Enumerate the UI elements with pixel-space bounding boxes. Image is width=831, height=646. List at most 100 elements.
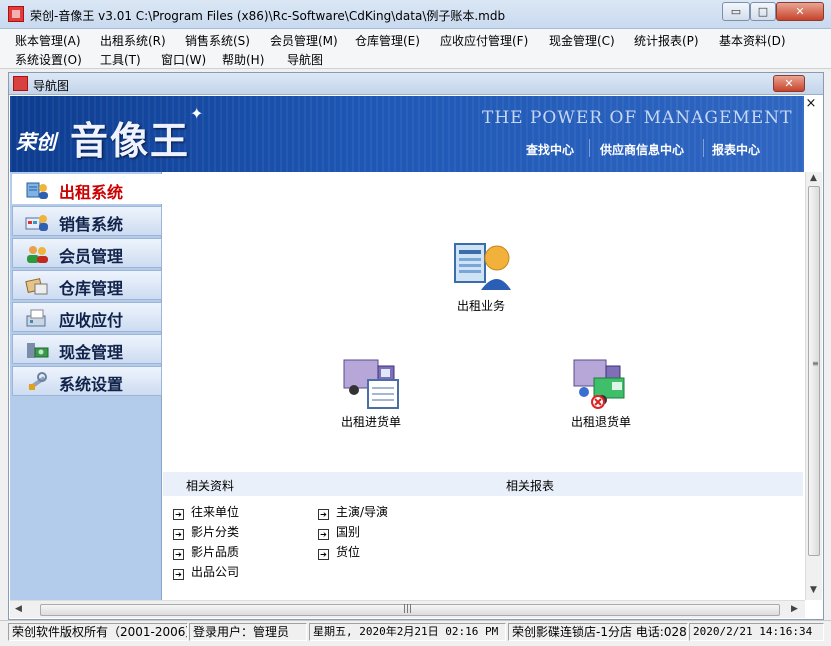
related-link-film-quality[interactable]: ➔ 影片品质 bbox=[173, 543, 239, 560]
menu-window[interactable]: 窗口(W) bbox=[161, 51, 206, 68]
related-reports-title: 相关报表 bbox=[506, 479, 555, 493]
cash-icon bbox=[27, 343, 49, 358]
banner-link-report-center[interactable]: 报表中心 bbox=[712, 141, 760, 158]
menu-tools[interactable]: 工具(T) bbox=[100, 51, 141, 68]
title-bar: 荣创-音像王 v3.01 C:\Program Files (x86)\Rc-S… bbox=[0, 0, 831, 29]
menu-system-settings[interactable]: 系统设置(O) bbox=[15, 51, 82, 68]
rental-return-item[interactable]: 出租退货单 bbox=[561, 352, 641, 430]
rental-business-item[interactable]: 出租业务 bbox=[451, 240, 511, 314]
banner-slogan: THE POWER OF MANAGEMENT bbox=[482, 108, 793, 128]
rental-system-icon bbox=[26, 182, 48, 199]
scroll-right-icon[interactable]: ▶ bbox=[791, 604, 798, 614]
rental-business-icon bbox=[454, 243, 511, 290]
child-close-button[interactable]: ✕ bbox=[773, 75, 805, 92]
settings-icon bbox=[28, 372, 47, 390]
arrow-right-icon: ➔ bbox=[173, 569, 184, 580]
nav-label: 应收应付 bbox=[59, 311, 124, 330]
related-link-partners[interactable]: ➔ 往来单位 bbox=[173, 503, 239, 520]
member-icon bbox=[27, 246, 48, 263]
related-section-header: 相关资料 相关报表 bbox=[163, 472, 803, 496]
arrow-right-icon: ➔ bbox=[318, 529, 329, 540]
menu-basic-data[interactable]: 基本资料(D) bbox=[719, 32, 786, 49]
related-link-country[interactable]: ➔ 国别 bbox=[318, 523, 360, 540]
nav-item-member[interactable]: 会员管理 bbox=[12, 238, 162, 268]
nav-item-rental[interactable]: 出租系统 bbox=[12, 174, 162, 204]
nav-label: 销售系统 bbox=[59, 215, 124, 234]
horizontal-scroll-thumb[interactable]: ||| bbox=[40, 604, 780, 616]
purchase-truck-icon bbox=[343, 359, 399, 409]
maximize-button[interactable]: □ bbox=[750, 2, 776, 21]
nav-item-sales[interactable]: 销售系统 bbox=[12, 206, 162, 236]
related-link-producer[interactable]: ➔ 出品公司 bbox=[173, 563, 239, 580]
grip-icon: ||| bbox=[403, 604, 413, 614]
banner-separator bbox=[703, 139, 704, 157]
nav-item-settings[interactable]: 系统设置 bbox=[12, 366, 162, 396]
link-label: 国别 bbox=[336, 525, 361, 539]
menu-sales[interactable]: 销售系统(S) bbox=[185, 32, 250, 49]
grip-icon: ≡ bbox=[812, 359, 819, 368]
app-icon bbox=[8, 6, 24, 22]
status-datetime: 2020/2/21 14:16:34 bbox=[689, 623, 824, 641]
menu-cash[interactable]: 现金管理(C) bbox=[549, 32, 615, 49]
related-link-film-category[interactable]: ➔ 影片分类 bbox=[173, 523, 239, 540]
main-content: 出租业务 出租进货单 出租退货单 相关资料 相关报表 ➔ 往来单位 ➔ 影片分类… bbox=[163, 172, 804, 600]
brand-banner: 荣创 音像王 ✦ THE POWER OF MANAGEMENT 查找中心 供应… bbox=[10, 96, 804, 172]
brand-small-text: 荣创 bbox=[16, 130, 56, 154]
sparkle-icon: ✦ bbox=[190, 104, 204, 123]
menu-bar: 账本管理(A) 出租系统(R) 销售系统(S) 会员管理(M) 仓库管理(E) … bbox=[0, 29, 831, 69]
rental-purchase-label: 出租进货单 bbox=[340, 415, 401, 429]
nav-map-window: 导航图 ✕ 荣创 音像王 ✦ THE POWER OF MANAGEMENT 查… bbox=[8, 72, 824, 620]
scroll-down-icon[interactable]: ▼ bbox=[810, 585, 817, 595]
banner-link-search-center[interactable]: 查找中心 bbox=[526, 141, 574, 158]
nav-label: 仓库管理 bbox=[59, 279, 124, 298]
menu-rental[interactable]: 出租系统(R) bbox=[100, 32, 166, 49]
scroll-left-icon[interactable]: ◀ bbox=[15, 604, 22, 614]
close-button[interactable]: ✕ bbox=[776, 2, 824, 21]
menu-member[interactable]: 会员管理(M) bbox=[270, 32, 338, 49]
nav-item-cash[interactable]: 现金管理 bbox=[12, 334, 162, 364]
left-nav: 出租系统 销售系统 会员管理 仓库管理 应收应付 现金管理 系统设置 bbox=[10, 172, 162, 600]
nav-item-warehouse[interactable]: 仓库管理 bbox=[12, 270, 162, 300]
menu-help[interactable]: 帮助(H) bbox=[222, 51, 264, 68]
menu-nav-map[interactable]: 导航图 bbox=[287, 51, 323, 68]
banner-close-icon[interactable]: × bbox=[804, 97, 818, 111]
horizontal-scrollbar[interactable]: ◀ ||| ▶ bbox=[10, 600, 805, 618]
nav-label: 现金管理 bbox=[59, 343, 124, 362]
status-bar: 荣创软件版权所有（2001-2006） 登录用户：管理员 星期五, 2020年2… bbox=[0, 620, 831, 646]
menu-receivable[interactable]: 应收应付管理(F) bbox=[440, 32, 528, 49]
related-link-cast-director[interactable]: ➔ 主演/导演 bbox=[318, 503, 388, 520]
vertical-scroll-thumb[interactable]: ≡ bbox=[808, 186, 820, 556]
menu-warehouse[interactable]: 仓库管理(E) bbox=[355, 32, 420, 49]
window-title: 荣创-音像王 v3.01 C:\Program Files (x86)\Rc-S… bbox=[30, 9, 506, 23]
nav-label: 系统设置 bbox=[59, 375, 124, 394]
status-date: 星期五, 2020年2月21日 02:16 PM bbox=[309, 623, 506, 641]
warehouse-icon bbox=[25, 278, 48, 295]
link-label: 往来单位 bbox=[191, 505, 240, 519]
minimize-button[interactable]: ▭ bbox=[722, 2, 750, 21]
menu-reports[interactable]: 统计报表(P) bbox=[634, 32, 699, 49]
rental-purchase-item[interactable]: 出租进货单 bbox=[331, 352, 411, 430]
child-window-title: 导航图 bbox=[33, 79, 70, 93]
return-truck-icon bbox=[573, 359, 625, 409]
scroll-up-icon[interactable]: ▲ bbox=[810, 173, 817, 183]
nav-item-receivable[interactable]: 应收应付 bbox=[12, 302, 162, 332]
link-label: 出品公司 bbox=[191, 565, 240, 579]
vertical-scrollbar[interactable]: ▲ ≡ ▼ bbox=[805, 172, 822, 600]
link-label: 主演/导演 bbox=[336, 505, 389, 519]
arrow-right-icon: ➔ bbox=[318, 509, 329, 520]
nav-label: 会员管理 bbox=[59, 247, 124, 266]
rental-business-label: 出租业务 bbox=[456, 299, 505, 313]
arrow-right-icon: ➔ bbox=[173, 529, 184, 540]
sales-system-icon bbox=[25, 215, 48, 231]
menu-ledger[interactable]: 账本管理(A) bbox=[15, 32, 81, 49]
status-copyright: 荣创软件版权所有（2001-2006） bbox=[8, 623, 188, 641]
related-data-title: 相关资料 bbox=[186, 479, 235, 493]
child-title-bar: 导航图 ✕ bbox=[9, 73, 823, 95]
brand-logo-text: 音像王 bbox=[70, 118, 191, 163]
receivable-icon bbox=[26, 309, 46, 327]
related-link-shelf[interactable]: ➔ 货位 bbox=[318, 543, 360, 560]
link-label: 影片品质 bbox=[191, 545, 240, 559]
nav-label: 出租系统 bbox=[59, 183, 124, 202]
link-label: 货位 bbox=[336, 545, 361, 559]
banner-link-supplier-center[interactable]: 供应商信息中心 bbox=[600, 141, 684, 158]
